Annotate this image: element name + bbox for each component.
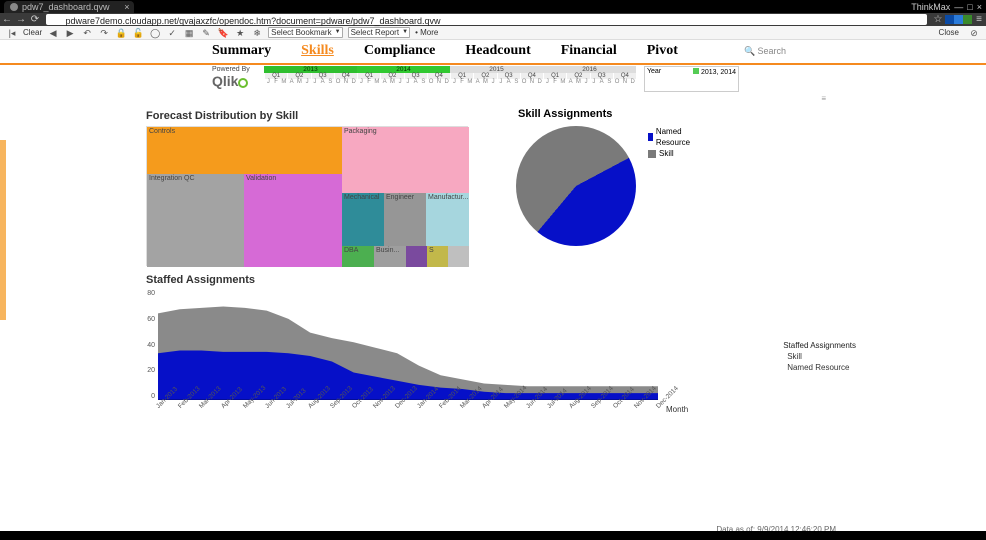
timeline-year-2015[interactable]: 2015 [450, 66, 543, 73]
year-filter-swatch [693, 68, 699, 74]
powered-by-block: Powered By Qlik [212, 66, 256, 89]
staffed-legend-title: Staffed Assignments [783, 340, 856, 351]
staffed-legend: Staffed Assignments Skill Named Resource [783, 340, 856, 373]
search-placeholder: Search [757, 46, 786, 56]
staffed-y-axis: 806040200 [143, 290, 155, 400]
tab-favicon [10, 3, 18, 11]
bookmark-star-icon[interactable]: ☆ [931, 14, 945, 25]
minimize-icon[interactable]: — [954, 2, 963, 12]
qv-close-label[interactable]: Close [939, 28, 959, 37]
pie-legend: Named Resource Skill [648, 126, 693, 159]
maximize-icon[interactable]: □ [967, 2, 972, 12]
treemap-cell-controls[interactable]: Controls [147, 127, 342, 174]
bookmark-icon[interactable]: 🔖 [217, 27, 229, 39]
treemap-cell-mechanical[interactable]: Mechanical [342, 193, 384, 246]
tab-skills[interactable]: Skills [301, 43, 334, 59]
timeline-year-2014[interactable]: 2014 [357, 66, 450, 73]
new-obj-icon[interactable]: ✎ [200, 27, 212, 39]
tab-headcount[interactable]: Headcount [465, 43, 530, 59]
lock-icon[interactable]: 🔒 [115, 27, 127, 39]
page-icon [50, 14, 60, 24]
check-icon[interactable]: ✓ [166, 27, 178, 39]
year-filter-box[interactable]: Year 2013, 2014 [644, 66, 739, 92]
treemap-cell-dba[interactable]: DBA [342, 246, 374, 267]
pie-legend-named: Named Resource [656, 126, 693, 148]
staffed-x-axis: Jan-2013Feb-2013Mar-2013Apr-2013May-2013… [158, 402, 658, 432]
qlik-logo: Qlik [212, 73, 256, 89]
powered-by-label: Powered By [212, 66, 256, 73]
selections-icon[interactable]: ◯ [149, 27, 161, 39]
chart-menu-icon[interactable]: ≡ [821, 94, 826, 103]
month-axis-label: Month [666, 405, 688, 414]
nav-back-icon[interactable]: ← [0, 14, 14, 25]
notes-icon[interactable]: ▦ [183, 27, 195, 39]
star-icon[interactable]: ★ [234, 27, 246, 39]
ext-icon-3[interactable] [963, 15, 972, 24]
search-icon: 🔍 [744, 46, 755, 56]
treemap-cell-engineer[interactable]: Engineer [384, 193, 426, 246]
search-box[interactable]: 🔍Search [744, 46, 786, 57]
treemap-cell-manufacturing[interactable]: Manufactur... [426, 193, 469, 246]
tab-financial[interactable]: Financial [561, 43, 617, 59]
pie-legend-swatch-skill [648, 150, 656, 158]
pie-legend-swatch-named [648, 133, 653, 141]
unlock-icon[interactable]: 🔓 [132, 27, 144, 39]
close-tab-icon[interactable]: × [124, 2, 129, 12]
treemap-cell-s[interactable]: S [427, 246, 448, 267]
url-text: pdware7demo.cloudapp.net/qvajaxzfc/opend… [66, 16, 441, 26]
undo-icon[interactable]: ↶ [81, 27, 93, 39]
tab-compliance[interactable]: Compliance [364, 43, 436, 59]
staffed-title: Staffed Assignments [146, 274, 846, 286]
nav-reload-icon[interactable]: ⟳ [28, 14, 42, 25]
timeline-year-2013[interactable]: 2013 [264, 66, 357, 73]
staffed-legend-named: Named Resource [787, 362, 849, 373]
sheet-tabs: Summary Skills Compliance Headcount Fina… [0, 40, 986, 65]
browser-tab-title: pdw7_dashboard.qvw [22, 2, 110, 12]
chrome-menu-icon[interactable]: ≡ [972, 14, 986, 25]
treemap-cell-validation[interactable]: Validation [244, 174, 342, 267]
treemap-chart[interactable]: Controls Packaging Integration QC Valida… [146, 126, 468, 266]
treemap-cell-pm[interactable] [406, 246, 427, 267]
tab-pivot[interactable]: Pivot [647, 43, 678, 59]
select-bookmark-dropdown[interactable]: Select Bookmark [268, 27, 342, 38]
year-filter-label: Year [647, 68, 661, 75]
browser-tab[interactable]: pdw7_dashboard.qvw × [4, 1, 134, 13]
redo-icon[interactable]: ↷ [98, 27, 110, 39]
windows-taskbar[interactable] [0, 531, 986, 540]
treemap-cell-other[interactable] [448, 246, 469, 267]
pie-chart[interactable] [516, 126, 636, 246]
qv-close-icon[interactable]: ⊘ [968, 27, 980, 39]
year-filter-value: 2013, 2014 [701, 69, 736, 76]
ext-icon-1[interactable] [945, 15, 954, 24]
back-icon[interactable]: ◀ [47, 27, 59, 39]
nav-fwd-icon[interactable]: → [14, 14, 28, 25]
fwd-icon[interactable]: ▶ [64, 27, 76, 39]
window-close-icon[interactable]: × [977, 2, 982, 12]
ext-icon-2[interactable] [954, 15, 963, 24]
select-report-dropdown[interactable]: Select Report [348, 27, 410, 38]
pie-title: Skill Assignments [518, 108, 636, 120]
more-link[interactable]: • More [415, 28, 438, 37]
timeline-selector[interactable]: 2013 2014 2015 2016 Q1Q2Q3Q4Q1Q2Q3Q4Q1Q2… [264, 66, 636, 85]
clear-label[interactable]: Clear [23, 28, 42, 37]
tab-summary[interactable]: Summary [212, 43, 271, 59]
pie-legend-skill: Skill [659, 148, 674, 159]
timeline-year-2016[interactable]: 2016 [543, 66, 636, 73]
treemap-cell-packaging[interactable]: Packaging [342, 127, 469, 193]
staffed-legend-skill: Skill [787, 351, 802, 362]
treemap-cell-integration-qc[interactable]: Integration QC [147, 174, 244, 267]
treemap-cell-business[interactable]: Busin... [374, 246, 406, 267]
qlik-logo-ring-icon [238, 78, 248, 88]
thinkmax-label: ThinkMax [911, 2, 950, 12]
clear-all-icon[interactable]: |◂ [6, 27, 18, 39]
staffed-area-chart[interactable]: 806040200 Jan-2013Feb-2013Mar-2013Apr-20… [146, 290, 666, 415]
address-bar[interactable]: pdware7demo.cloudapp.net/qvajaxzfc/opend… [46, 14, 927, 25]
qlik-toolbar: |◂ Clear ◀ ▶ ↶ ↷ 🔒 🔓 ◯ ✓ ▦ ✎ 🔖 ★ ❄ Selec… [0, 26, 986, 40]
repo-icon[interactable]: ❄ [251, 27, 263, 39]
treemap-title: Forecast Distribution by Skill [146, 110, 468, 122]
